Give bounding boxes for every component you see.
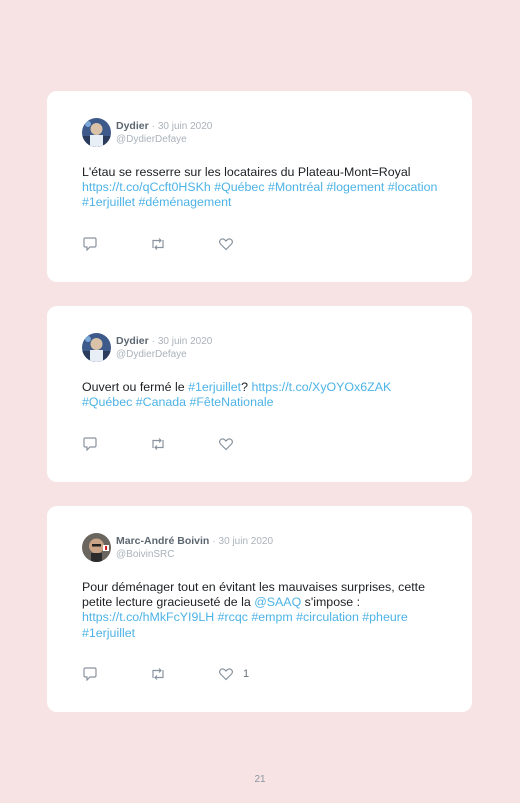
tweet-meta: Dydier · 30 juin 2020 @DydierDefaye: [116, 120, 212, 146]
separator: ·: [151, 336, 155, 347]
tweet-text-plain-2: ?: [241, 380, 252, 394]
reply-icon: [83, 237, 97, 251]
author-handle[interactable]: @DydierDefaye: [116, 348, 212, 361]
tweet-text: Ouvert ou fermé le #1erjuillet? https://…: [82, 380, 444, 410]
like-button[interactable]: [218, 237, 243, 251]
retweet-icon: [152, 668, 164, 680]
author-handle[interactable]: @BoivinSRC: [116, 548, 273, 561]
reply-icon: [83, 437, 97, 451]
like-button[interactable]: [218, 437, 243, 451]
tweet-meta: Marc-André Boivin · 30 juin 2020 @Boivin…: [116, 535, 273, 561]
reply-button[interactable]: [82, 237, 98, 251]
tweet-actions: [82, 437, 282, 453]
separator: ·: [212, 536, 216, 547]
tweet-date[interactable]: 30 juin 2020: [158, 336, 213, 347]
tweet-card: Dydier · 30 juin 2020 @DydierDefaye Ouve…: [47, 306, 472, 482]
tweet-links[interactable]: https://t.co/qCcft0HSKh #Québec #Montréa…: [82, 180, 437, 209]
tweet-links[interactable]: https://t.co/hMkFcYI9LH #rcqc #empm #cir…: [82, 610, 408, 639]
avatar[interactable]: [82, 333, 111, 362]
retweet-button[interactable]: [150, 237, 166, 251]
like-count: 1: [243, 668, 250, 680]
retweet-icon: [152, 238, 164, 250]
author-handle[interactable]: @DydierDefaye: [116, 133, 212, 146]
hashtag-link[interactable]: #1erjuillet: [188, 380, 241, 394]
like-icon: [219, 238, 233, 251]
tweet-text-plain: Ouvert ou fermé le: [82, 380, 189, 394]
tweet-text: L'étau se resserre sur les locataires du…: [82, 165, 444, 211]
avatar[interactable]: [82, 118, 111, 147]
like-icon: [219, 438, 233, 451]
tweet-text-plain-2: s'impose :: [301, 595, 361, 610]
retweet-icon: [152, 438, 164, 450]
tweet-text: Pour déménager tout en évitant les mauva…: [82, 580, 444, 641]
tweet-text-plain: L'étau se resserre sur les locataires du…: [82, 165, 411, 179]
author-name[interactable]: Dydier: [116, 120, 149, 132]
author-name[interactable]: Dydier: [116, 335, 149, 347]
tweet-card: Marc-André Boivin · 30 juin 2020 @Boivin…: [47, 506, 472, 712]
retweet-button[interactable]: [150, 437, 166, 451]
tweet-date[interactable]: 30 juin 2020: [158, 121, 213, 132]
tweet-meta: Dydier · 30 juin 2020 @DydierDefaye: [116, 335, 212, 361]
like-icon: [219, 668, 233, 681]
page-number: 21: [254, 774, 266, 785]
author-name[interactable]: Marc-André Boivin: [116, 535, 209, 547]
reply-button[interactable]: [82, 437, 98, 451]
like-button[interactable]: 1: [218, 667, 249, 681]
separator: ·: [151, 121, 155, 132]
tweet-date[interactable]: 30 juin 2020: [219, 536, 274, 547]
reply-button[interactable]: [82, 667, 98, 681]
mention-link[interactable]: @SAAQ: [254, 595, 301, 609]
tweet-actions: 1: [82, 667, 282, 683]
reply-icon: [83, 667, 97, 681]
avatar[interactable]: [82, 533, 111, 562]
tweet-card: Dydier · 30 juin 2020 @DydierDefaye L'ét…: [47, 91, 472, 282]
retweet-button[interactable]: [150, 667, 166, 681]
tweet-actions: [82, 237, 282, 253]
